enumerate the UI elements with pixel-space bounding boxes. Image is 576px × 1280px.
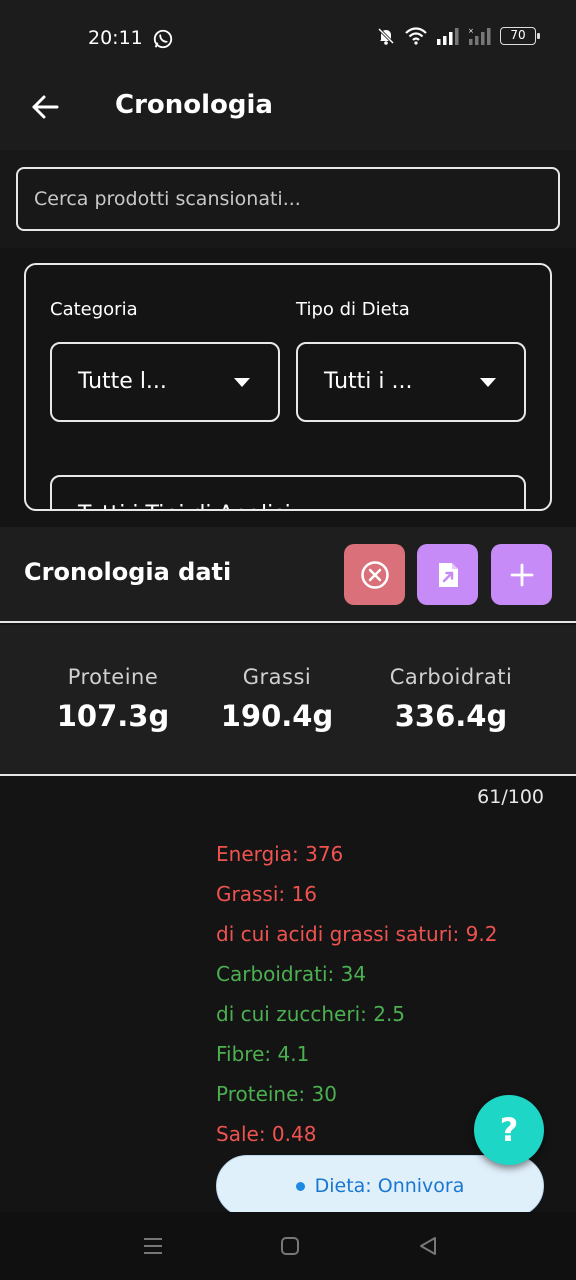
filter-card: Categoria Tipo di Dieta Tutte l... Tutti… <box>24 263 552 511</box>
diet-type-select-value: Tutti i ... <box>324 369 413 394</box>
status-icons: × 70 <box>376 26 540 46</box>
add-button[interactable] <box>491 544 552 605</box>
export-file-icon <box>438 562 458 587</box>
status-bar: 20:11 × 70 <box>0 0 576 78</box>
diet-type-label: Tipo di Dieta <box>296 299 410 320</box>
health-score: 61/100 <box>477 786 544 808</box>
macro-value: 190.4g <box>220 699 334 733</box>
page-title: Cronologia <box>115 90 273 120</box>
bell-off-icon <box>377 27 395 45</box>
battery-icon: 70 <box>500 27 540 45</box>
diet-badge-label: Dieta: Onnivora <box>314 1175 465 1197</box>
category-select-value: Tutte l... <box>78 369 167 394</box>
clear-circle-icon <box>360 560 389 589</box>
system-nav-bar <box>0 1212 576 1280</box>
nutrient-item: Proteine: 30 <box>216 1082 337 1106</box>
diet-type-select[interactable]: Tutti i ... <box>296 342 526 422</box>
dot-icon <box>295 1181 305 1191</box>
nutrient-item: Carboidrati: 34 <box>216 962 367 986</box>
chevron-down-icon <box>234 378 250 387</box>
nutrient-item: di cui acidi grassi saturi: 9.2 <box>216 922 498 946</box>
app-bar: Cronologia <box>0 78 576 150</box>
macro-value: 107.3g <box>56 699 170 733</box>
nutrient-item: di cui zuccheri: 2.5 <box>216 1002 406 1026</box>
category-select[interactable]: Tutte l... <box>50 342 280 422</box>
search-section <box>0 150 576 248</box>
menu-icon[interactable] <box>141 1234 165 1258</box>
chevron-down-icon <box>480 378 496 387</box>
history-header: Cronologia dati <box>0 527 576 623</box>
export-button[interactable] <box>417 544 478 605</box>
nutrient-item: Sale: 0.48 <box>216 1122 317 1146</box>
macro-label: Grassi <box>242 665 312 689</box>
diet-badge[interactable]: Dieta: Onnivora <box>216 1155 544 1217</box>
macro-value: 336.4g <box>394 699 508 733</box>
help-button[interactable]: ? <box>474 1095 544 1165</box>
nutrient-item: Energia: 376 <box>216 842 344 866</box>
macros-summary: Proteine 107.3g Grassi 190.4g Carboidrat… <box>0 625 576 776</box>
analysis-type-select-value: Tutti i Tipi di Analisi <box>78 502 291 509</box>
whatsapp-icon <box>153 29 173 49</box>
add-icon <box>510 563 533 586</box>
nutrient-item: Fibre: 4.1 <box>216 1042 310 1066</box>
macro-protein: Proteine 107.3g <box>28 665 198 733</box>
analysis-type-select[interactable]: Tutti i Tipi di Analisi <box>50 475 526 509</box>
category-label: Categoria <box>50 299 138 320</box>
arrow-left-icon[interactable] <box>30 92 60 122</box>
history-title: Cronologia dati <box>24 558 232 586</box>
home-icon[interactable] <box>278 1234 302 1258</box>
macro-fat: Grassi 190.4g <box>192 665 362 733</box>
status-time: 20:11 <box>88 27 143 49</box>
nutrient-list: Energia: 376 Grassi: 16 di cui acidi gra… <box>216 840 497 1160</box>
back-nav-icon[interactable] <box>416 1234 440 1258</box>
signal-icon <box>437 28 459 45</box>
svg-text:×: × <box>468 27 474 35</box>
macro-carbs: Carboidrati 336.4g <box>366 665 536 733</box>
macro-label: Carboidrati <box>389 665 513 689</box>
macro-label: Proteine <box>67 665 159 689</box>
signal-icon-2: × <box>468 27 491 45</box>
wifi-icon <box>405 27 427 45</box>
nutrient-item: Grassi: 16 <box>216 882 317 906</box>
search-input[interactable] <box>16 167 560 231</box>
clear-history-button[interactable] <box>344 544 405 605</box>
